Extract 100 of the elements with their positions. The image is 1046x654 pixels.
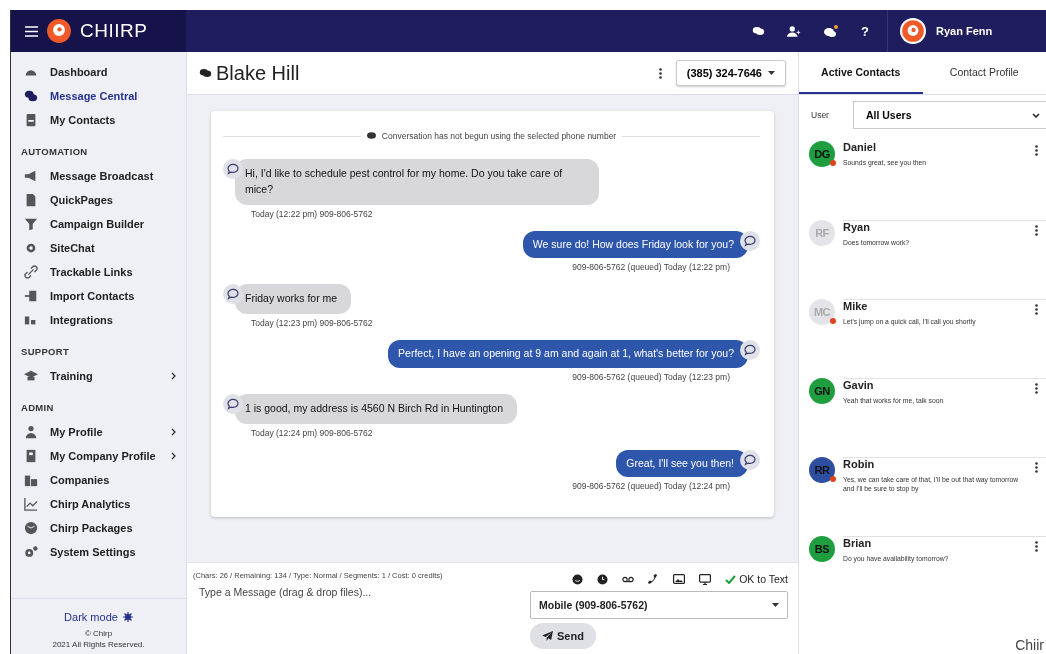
gears-icon bbox=[24, 545, 38, 559]
sidebar-item[interactable]: Campaign Builder bbox=[11, 212, 186, 236]
message-bubble: Great, I'll see you then! bbox=[616, 449, 748, 478]
dark-mode-toggle[interactable]: Dark mode bbox=[64, 611, 133, 624]
copyright-text: © Chirp bbox=[84, 629, 113, 640]
message-input[interactable]: Type a Message (drag & drop files)... bbox=[193, 586, 522, 598]
message-meta: Today (12:23 pm) 909-806-5762 bbox=[251, 318, 374, 328]
message-meta: Today (12:24 pm) 909-806-5762 bbox=[251, 427, 374, 438]
speech-bubble-icon bbox=[223, 159, 243, 179]
contact-name[interactable]: Mike bbox=[843, 300, 1027, 312]
graduation-cap-icon bbox=[24, 369, 38, 383]
message-meta: Today (12:22 pm) 909-806-5762 bbox=[251, 208, 374, 219]
help-link[interactable]: ? bbox=[861, 23, 869, 39]
caption-text: Chiir bbox=[1015, 637, 1044, 653]
contact-avatar: BS bbox=[809, 536, 835, 562]
speech-bubble-icon bbox=[223, 393, 243, 414]
send-button[interactable]: Send bbox=[530, 623, 596, 649]
speech-bubble-icon bbox=[740, 230, 760, 251]
speech-bubble-icon bbox=[740, 340, 760, 360]
sidebar-item[interactable]: Message Central bbox=[11, 84, 186, 108]
message-meta: 909-806-5762 (queued) Today (12:23 pm) bbox=[572, 371, 730, 382]
sidebar-item[interactable]: Training bbox=[11, 364, 186, 388]
sidebar-item[interactable]: Message Broadcast bbox=[11, 164, 186, 188]
sidebar-item[interactable]: Integrations bbox=[11, 308, 186, 332]
chat-icon bbox=[24, 89, 38, 103]
ok-to-text-status: OK to Text bbox=[739, 573, 788, 585]
more-options-icon[interactable] bbox=[1035, 462, 1038, 473]
more-options-icon[interactable] bbox=[1035, 145, 1038, 156]
sidebar-item[interactable]: Chirp Packages bbox=[11, 516, 186, 540]
sidebar-item[interactable]: My Profile bbox=[11, 420, 186, 444]
emoji-icon[interactable] bbox=[572, 573, 584, 585]
contact-name[interactable]: Gavin bbox=[843, 379, 1027, 391]
more-options-icon[interactable] bbox=[1035, 304, 1038, 315]
paper-plane-icon bbox=[542, 631, 553, 641]
more-options-icon[interactable] bbox=[658, 67, 662, 79]
section-heading: AUTOMATION bbox=[20, 145, 89, 159]
section-heading: SUPPORT bbox=[20, 345, 71, 359]
caret-icon bbox=[772, 603, 779, 607]
user-filter-select[interactable]: All Users bbox=[852, 101, 1046, 129]
clock-icon[interactable] bbox=[597, 573, 609, 585]
sidebar-item[interactable]: Companies bbox=[11, 468, 186, 492]
more-options-icon[interactable] bbox=[1035, 383, 1038, 394]
notice-text: Conversation has not begun using the selected phone number bbox=[381, 131, 617, 141]
contact-name[interactable]: Robin bbox=[843, 458, 1027, 470]
phone-number-dropdown[interactable]: (385) 324-7646 bbox=[675, 60, 786, 86]
user-avatar[interactable] bbox=[900, 18, 926, 44]
sidebar-item[interactable]: QuickPages bbox=[11, 188, 186, 212]
contact-name[interactable]: Brian bbox=[843, 537, 1027, 549]
section-heading: ADMIN bbox=[20, 401, 55, 415]
sidebar-item[interactable]: Trackable Links bbox=[11, 260, 186, 284]
number-select[interactable]: Mobile (909-806-5762) bbox=[530, 591, 788, 619]
sidebar-item[interactable]: Dashboard bbox=[11, 60, 186, 84]
brand-name: CHIIRP bbox=[80, 20, 148, 42]
contact-name[interactable]: Ryan bbox=[843, 221, 1027, 233]
tab[interactable]: Active Contacts bbox=[799, 52, 923, 94]
line-chart-icon bbox=[24, 497, 38, 511]
building-icon bbox=[24, 449, 38, 463]
sidebar-item[interactable]: SiteChat bbox=[11, 236, 186, 260]
speech-bubble-icon bbox=[740, 449, 760, 470]
sidebar-item[interactable]: System Settings bbox=[11, 540, 186, 564]
tab[interactable]: Contact Profile bbox=[922, 52, 1046, 94]
message-bubble: Perfect, I have an opening at 9 am and again at 1, what's better for you? bbox=[388, 340, 748, 368]
contact-avatar: RR bbox=[809, 457, 835, 483]
voicemail-icon[interactable] bbox=[622, 575, 635, 583]
image-icon[interactable] bbox=[673, 574, 686, 584]
sidebar-item[interactable]: Import Contacts bbox=[11, 284, 186, 308]
user-name[interactable]: Ryan Fenn bbox=[936, 25, 993, 37]
rights-text: 2021 All Rights Reserved. bbox=[52, 639, 145, 650]
monitor-icon[interactable] bbox=[699, 573, 712, 585]
chevron-down-icon bbox=[1032, 112, 1040, 118]
caret-icon bbox=[768, 71, 775, 75]
message-meta: 909-806-5762 (queued) Today (12:22 pm) bbox=[572, 262, 730, 273]
message-meta: 909-806-5762 (queued) Today (12:24 pm) bbox=[572, 481, 730, 492]
menu-icon[interactable] bbox=[25, 25, 38, 37]
chat-icon[interactable] bbox=[752, 26, 766, 36]
phone-icon[interactable] bbox=[648, 573, 660, 585]
person-icon bbox=[24, 425, 38, 439]
contact-avatar: RF bbox=[809, 220, 835, 246]
more-options-icon[interactable] bbox=[1035, 541, 1038, 552]
contact-avatar: DG bbox=[809, 141, 835, 167]
comment-icon bbox=[366, 132, 376, 140]
checkmark-icon bbox=[725, 574, 737, 584]
message-bubble: 1 is good, my address is 4560 N Birch Rd in Huntington bbox=[235, 393, 517, 424]
chat-icon bbox=[199, 68, 212, 78]
buildings-icon bbox=[24, 473, 38, 487]
sidebar-item[interactable]: My Company Profile bbox=[11, 444, 186, 468]
document-icon bbox=[24, 193, 38, 207]
chat-notification-icon[interactable] bbox=[823, 24, 840, 38]
sidebar-item[interactable]: Chirp Analytics bbox=[11, 492, 186, 516]
funnel-icon bbox=[24, 217, 38, 231]
contact-name: Blake Hill bbox=[216, 61, 300, 85]
add-user-icon[interactable] bbox=[787, 25, 802, 37]
user-label: User bbox=[811, 110, 829, 120]
megaphone-icon bbox=[24, 169, 38, 183]
sidebar-item[interactable]: My Contacts bbox=[11, 108, 186, 132]
message-bubble: We sure do! How does Friday look for you? bbox=[522, 230, 748, 259]
logo-icon bbox=[46, 18, 72, 44]
contact-name[interactable]: Daniel bbox=[843, 141, 1027, 153]
more-options-icon[interactable] bbox=[1035, 225, 1038, 236]
contact-avatar: MC bbox=[809, 299, 835, 325]
